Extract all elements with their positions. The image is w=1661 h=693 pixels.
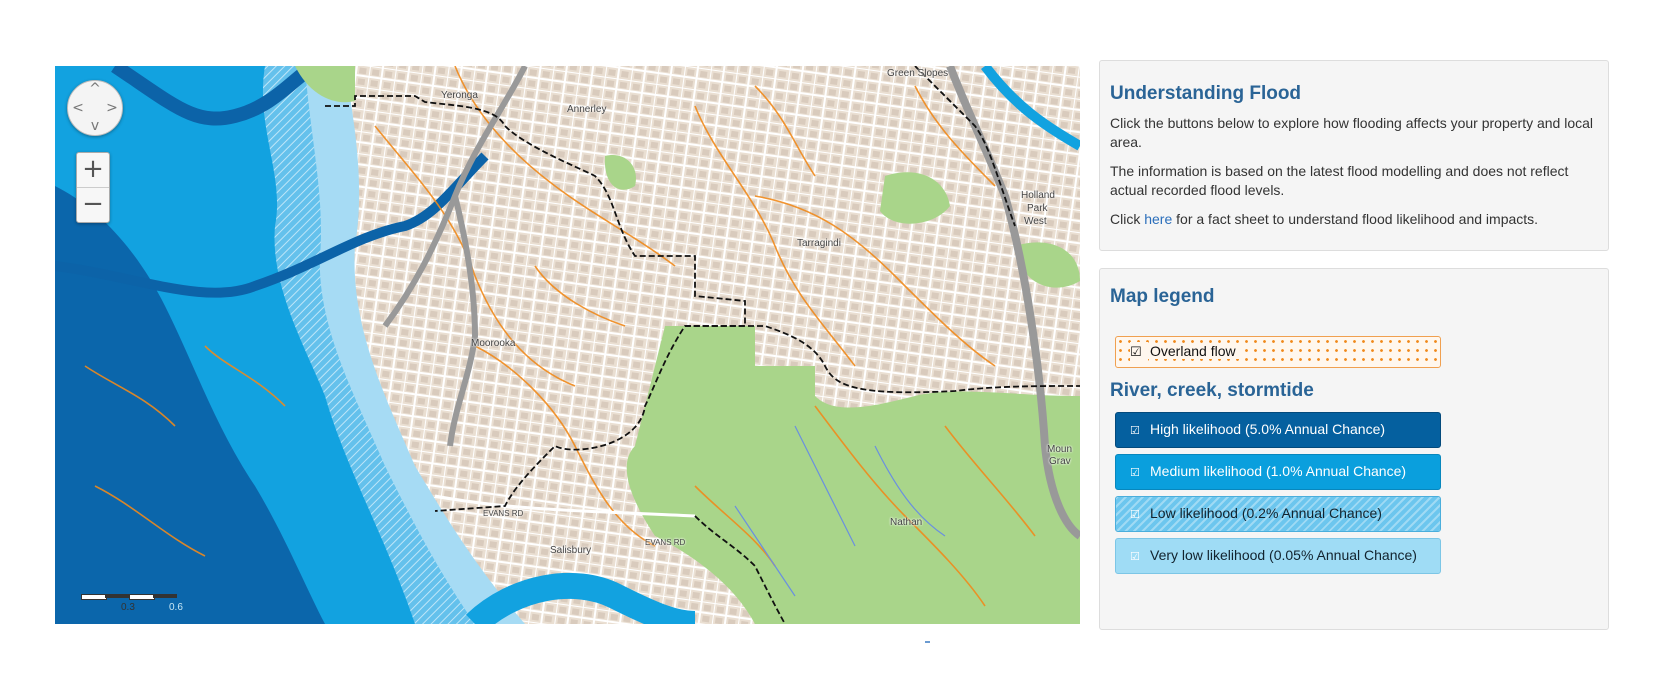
place-label-tarragindi: Tarragindi bbox=[797, 238, 841, 249]
scale-segment bbox=[81, 594, 107, 600]
very-low-likelihood-label: Very low likelihood (0.05% Annual Chance… bbox=[1150, 547, 1417, 563]
understanding-para-1: Click the buttons below to explore how f… bbox=[1110, 115, 1594, 150]
checkbox-icon: ☑ bbox=[1130, 466, 1140, 479]
pan-right-icon[interactable]: > bbox=[105, 101, 119, 115]
overland-flow-toggle[interactable]: ☑ Overland flow bbox=[1115, 336, 1441, 368]
zoom-in-button[interactable]: + bbox=[77, 153, 109, 187]
scale-segment bbox=[129, 594, 155, 600]
scale-segment bbox=[105, 594, 129, 598]
place-label-holland-1: Holland bbox=[1021, 190, 1055, 201]
place-label-yeronga: Yeronga bbox=[441, 90, 478, 101]
understanding-para-3: Click here for a fact sheet to understan… bbox=[1110, 210, 1598, 229]
footer-link-mark[interactable] bbox=[925, 641, 930, 643]
place-label-green-slopes: Green Slopes bbox=[887, 68, 949, 79]
scale-label-1: 0.3 bbox=[121, 602, 135, 613]
flood-map[interactable]: Yeronga Annerley Green Slopes Moorooka T… bbox=[55, 66, 1080, 624]
very-low-likelihood-toggle[interactable]: ☑ Very low likelihood (0.05% Annual Chanc… bbox=[1115, 538, 1441, 574]
place-label-salisbury: Salisbury bbox=[550, 545, 592, 556]
scale-label-2: 0.6 bbox=[169, 602, 183, 613]
road-label-evans-rd-1: EVANS RD bbox=[483, 509, 524, 518]
checkbox-icon: ☑ bbox=[1130, 508, 1140, 521]
zoom-out-button[interactable]: − bbox=[77, 187, 109, 222]
medium-likelihood-toggle[interactable]: ☑ Medium likelihood (1.0% Annual Chance) bbox=[1115, 454, 1441, 490]
checkbox-icon: ☑ bbox=[1130, 550, 1140, 563]
checkbox-icon: ☑ bbox=[1130, 424, 1140, 437]
place-label-moorooka: Moorooka bbox=[471, 338, 516, 349]
understanding-para-3-suffix: for a fact sheet to understand flood lik… bbox=[1172, 211, 1539, 227]
place-label-mount-gravatt-2: Grav bbox=[1049, 456, 1071, 467]
scale-bar: 0.3 0.6 bbox=[81, 590, 221, 620]
pan-up-icon[interactable]: ^ bbox=[88, 82, 102, 96]
place-label-annerley: Annerley bbox=[567, 104, 607, 115]
zoom-control: + − bbox=[76, 152, 110, 223]
understanding-flood-title: Understanding Flood bbox=[1110, 83, 1302, 104]
understanding-para-2: The information is based on the latest f… bbox=[1110, 163, 1569, 198]
river-creek-stormtide-title: River, creek, stormtide bbox=[1110, 380, 1314, 401]
place-label-nathan: Nathan bbox=[890, 517, 923, 528]
place-label-holland-2: Park bbox=[1027, 203, 1048, 214]
high-likelihood-label: High likelihood (5.0% Annual Chance) bbox=[1150, 421, 1386, 437]
map-tiles bbox=[55, 66, 1080, 624]
overland-flow-label: Overland flow bbox=[1148, 343, 1240, 359]
high-likelihood-toggle[interactable]: ☑ High likelihood (5.0% Annual Chance) bbox=[1115, 412, 1441, 448]
pan-down-icon[interactable]: v bbox=[88, 119, 102, 133]
road-label-evans-rd-2: EVANS RD bbox=[645, 538, 686, 547]
understanding-para-3-prefix: Click bbox=[1110, 211, 1145, 227]
understanding-flood-panel: Understanding Flood Click the buttons be… bbox=[1099, 60, 1609, 251]
map-legend-title: Map legend bbox=[1110, 286, 1215, 307]
low-likelihood-label: Low likelihood (0.2% Annual Chance) bbox=[1150, 505, 1382, 521]
medium-likelihood-label: Medium likelihood (1.0% Annual Chance) bbox=[1150, 463, 1407, 479]
place-label-mount-gravatt-1: Moun bbox=[1047, 444, 1073, 455]
scale-segment bbox=[153, 594, 177, 598]
pan-left-icon[interactable]: < bbox=[71, 101, 85, 115]
map-legend-panel: Map legend ☑ Overland flow River, creek, … bbox=[1099, 268, 1609, 630]
place-label-holland-3: West bbox=[1024, 216, 1047, 227]
fact-sheet-link[interactable]: here bbox=[1144, 211, 1172, 227]
low-likelihood-toggle[interactable]: ☑ Low likelihood (0.2% Annual Chance) bbox=[1115, 496, 1441, 532]
checkbox-icon: ☑ bbox=[1130, 342, 1148, 363]
pan-control[interactable]: ^ v < > bbox=[67, 80, 123, 136]
